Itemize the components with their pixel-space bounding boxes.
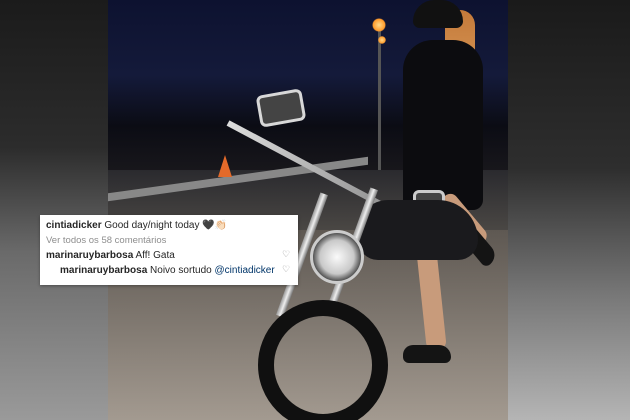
reply-username[interactable]: marinaruybarbosa (60, 265, 147, 276)
background-blur-left (0, 0, 108, 420)
rider-jacket (403, 40, 483, 210)
comment-text: Aff! Gata (135, 250, 175, 261)
traffic-cone (218, 155, 232, 177)
heart-outline-icon[interactable]: ♡ (282, 265, 290, 274)
instagram-comment-card: cintiadicker Good day/night today 🖤👏🏻 Ve… (40, 215, 298, 285)
view-all-comments-link[interactable]: Ver todos os 58 comentários (46, 235, 166, 246)
reply-mention[interactable]: @cintiadicker (215, 265, 275, 276)
caption-row: cintiadicker Good day/night today 🖤👏🏻 (46, 220, 227, 231)
comment-username[interactable]: marinaruybarbosa (46, 250, 133, 261)
comment-row: marinaruybarbosa Aff! Gata (46, 250, 175, 261)
street-lamp (378, 30, 381, 170)
motorcycle-headlight (310, 230, 364, 284)
motorcycle-tank (358, 200, 478, 260)
rider-helmet (413, 0, 463, 28)
caption-text: Good day/night today 🖤👏🏻 (104, 220, 228, 231)
rider (383, 0, 508, 380)
motorcycle-front-wheel (258, 300, 388, 420)
background-blur-right (508, 0, 630, 420)
caption-username[interactable]: cintiadicker (46, 220, 102, 231)
heart-outline-icon[interactable]: ♡ (282, 250, 290, 259)
reply-text: Noivo sortudo (150, 265, 212, 276)
reply-row: marinaruybarbosa Noivo sortudo @cintiadi… (60, 265, 275, 276)
rider-shoe (403, 345, 451, 363)
motorcycle-mirror (255, 88, 307, 128)
post-photo (108, 0, 508, 420)
